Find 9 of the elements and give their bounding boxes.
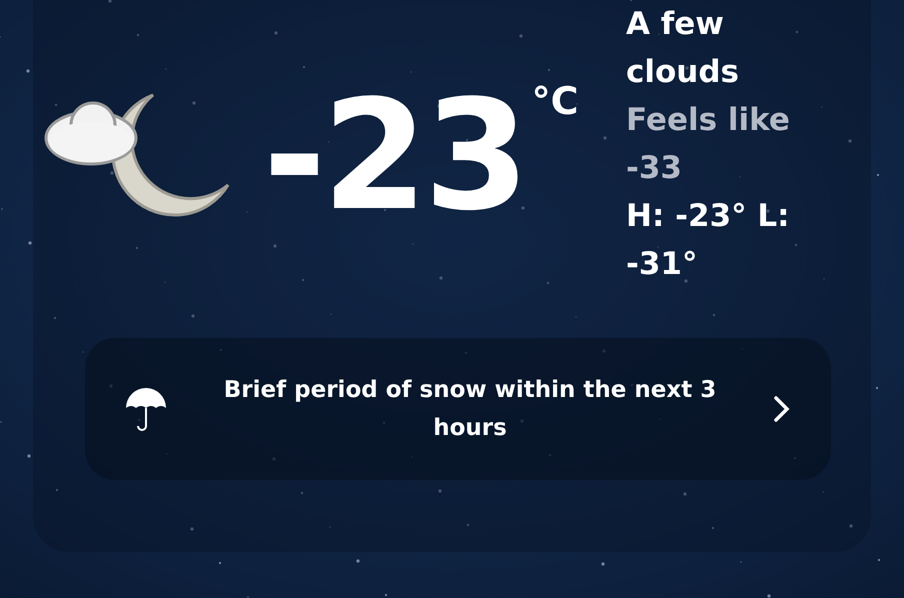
condition-text: A few clouds bbox=[626, 5, 740, 92]
temperature-unit: °C bbox=[532, 82, 578, 120]
high-low-text: H: -23° L: -31° bbox=[626, 197, 791, 284]
umbrella-icon bbox=[125, 386, 167, 432]
chevron-right-icon bbox=[773, 395, 791, 423]
alert-text: Brief period of snow within the next 3 hours bbox=[222, 376, 718, 443]
alert-banner[interactable]: Brief period of snow within the next 3 hours bbox=[85, 338, 831, 480]
temperature: -23 bbox=[263, 80, 526, 232]
feels-like-text: Feels like -33 bbox=[626, 101, 791, 188]
